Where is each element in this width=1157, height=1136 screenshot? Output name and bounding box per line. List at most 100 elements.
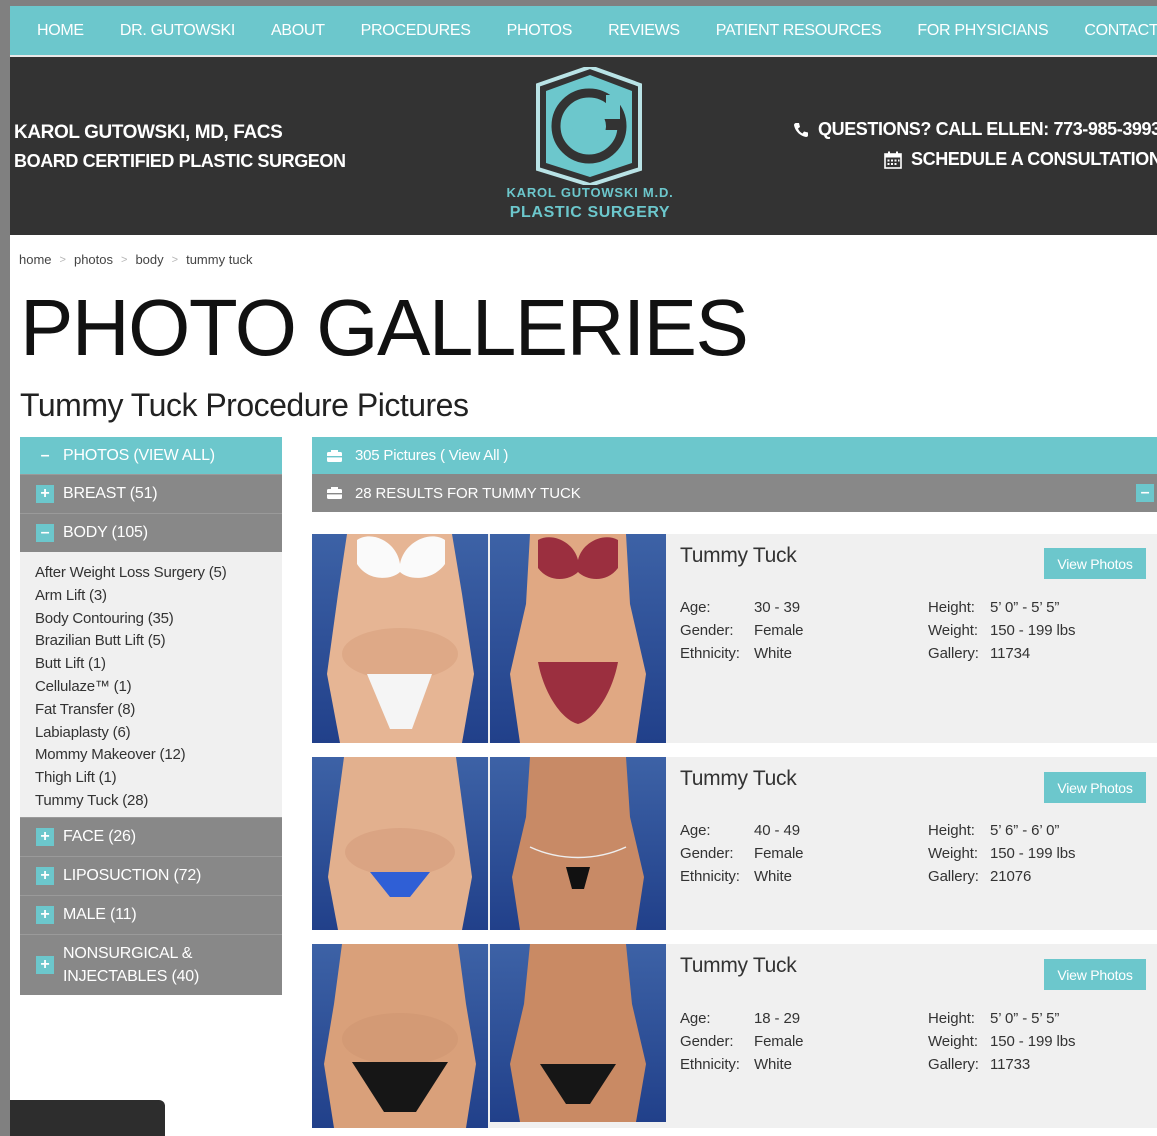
before-photo-image xyxy=(312,944,488,1128)
sidebar-subitem[interactable]: Butt Lift (1) xyxy=(20,653,282,676)
ethnicity-value: White xyxy=(754,645,792,662)
after-photo[interactable] xyxy=(490,757,666,930)
age-value: 40 - 49 xyxy=(754,822,800,839)
height-value: 5’ 6” - 6’ 0” xyxy=(990,822,1060,839)
sidebar-cat-male[interactable]: + MALE (11) xyxy=(20,894,282,934)
gallery-label: Gallery: xyxy=(928,868,979,885)
before-photo[interactable] xyxy=(312,944,488,1128)
before-photo[interactable] xyxy=(312,534,488,743)
camera-icon xyxy=(327,449,342,462)
sidebar-cat-label: FACE (26) xyxy=(63,827,136,845)
breadcrumb-body[interactable]: body xyxy=(135,252,163,267)
site-logo[interactable]: KAROL GUTOWSKI M.D. PLASTIC SURGERY xyxy=(500,64,680,227)
sidebar-subitem[interactable]: Tummy Tuck (28) xyxy=(20,790,282,813)
collapse-icon: – xyxy=(36,524,54,542)
top-nav: HOME DR. GUTOWSKI ABOUT PROCEDURES PHOTO… xyxy=(10,6,1157,57)
expand-icon: + xyxy=(36,866,54,885)
sidebar-cat-liposuction[interactable]: + LIPOSUCTION (72) xyxy=(20,855,282,895)
view-all-label: 305 Pictures ( View All ) xyxy=(355,447,509,464)
card-title[interactable]: Tummy Tuck xyxy=(680,954,797,978)
sidebar-subitem[interactable]: Mommy Makeover (12) xyxy=(20,744,282,767)
gallery-value: 11734 xyxy=(990,645,1031,662)
gallery-results: 305 Pictures ( View All ) 28 RESULTS FOR… xyxy=(312,437,1157,1128)
sidebar-subitem[interactable]: Fat Transfer (8) xyxy=(20,699,282,722)
chat-widget-tab[interactable] xyxy=(10,1100,165,1136)
sidebar-body-subitems: After Weight Loss Surgery (5) Arm Lift (… xyxy=(20,552,282,817)
before-photo[interactable] xyxy=(312,757,488,930)
before-photo-image xyxy=(312,757,488,930)
view-photos-button[interactable]: View Photos xyxy=(1044,548,1146,579)
card-stats-left: Age: 40 - 49 Gender: Female Ethnicity: Whit… xyxy=(680,819,804,888)
nav-for-physicians[interactable]: FOR PHYSICIANS xyxy=(917,22,1048,40)
age-value: 30 - 39 xyxy=(754,599,800,616)
card-stats-left: Age: 30 - 39 Gender: Female Ethnicity: Whit… xyxy=(680,596,804,665)
height-label: Height: xyxy=(928,1010,975,1027)
gallery-label: Gallery: xyxy=(928,645,979,662)
sidebar-subitem[interactable]: Arm Lift (3) xyxy=(20,585,282,608)
after-photo-image xyxy=(490,757,666,930)
age-label: Age: xyxy=(680,1010,711,1027)
nav-procedures[interactable]: PROCEDURES xyxy=(361,22,471,40)
card-title[interactable]: Tummy Tuck xyxy=(680,767,797,791)
sidebar-cat-label: BODY (105) xyxy=(63,524,148,541)
sidebar-subitem[interactable]: Cellulaze™ (1) xyxy=(20,676,282,699)
ethnicity-value: White xyxy=(754,1056,792,1073)
gallery-sidebar: – PHOTOS (VIEW ALL) + BREAST (51) – BODY… xyxy=(20,437,282,995)
sidebar-cat-label: NONSURGICAL & INJECTABLES (40) xyxy=(63,942,199,988)
view-photos-button[interactable]: View Photos xyxy=(1044,959,1146,990)
logo-name: KAROL GUTOWSKI M.D. xyxy=(506,185,674,200)
nav-dr-gutowski[interactable]: DR. GUTOWSKI xyxy=(120,22,236,40)
after-photo-image xyxy=(490,534,666,743)
gender-label: Gender: xyxy=(680,1033,734,1050)
nav-about[interactable]: ABOUT xyxy=(271,22,325,40)
after-photo[interactable] xyxy=(490,944,666,1122)
view-photos-button[interactable]: View Photos xyxy=(1044,772,1146,803)
weight-label: Weight: xyxy=(928,1033,978,1050)
sidebar-cat-body[interactable]: – BODY (105) xyxy=(20,513,282,552)
expand-icon: + xyxy=(36,485,54,503)
sidebar-subitem[interactable]: Labiaplasty (6) xyxy=(20,722,282,745)
doctor-name: KAROL GUTOWSKI, MD, FACS xyxy=(14,122,283,143)
age-value: 18 - 29 xyxy=(754,1010,800,1027)
sidebar-subitem[interactable]: Body Contouring (35) xyxy=(20,608,282,631)
age-label: Age: xyxy=(680,822,711,839)
height-value: 5’ 0” - 5’ 5” xyxy=(990,1010,1060,1027)
page: HOME DR. GUTOWSKI ABOUT PROCEDURES PHOTO… xyxy=(10,6,1157,1136)
collapse-results-button[interactable]: – xyxy=(1136,484,1154,502)
after-photo[interactable] xyxy=(490,534,666,743)
page-subtitle: Tummy Tuck Procedure Pictures xyxy=(20,387,469,423)
weight-label: Weight: xyxy=(928,845,978,862)
card-stats-right: Height: 5’ 6” - 6’ 0” Weight: 150 - 199 lb… xyxy=(928,819,1076,888)
nav-photos[interactable]: PHOTOS xyxy=(507,22,573,40)
height-label: Height: xyxy=(928,822,975,839)
weight-value: 150 - 199 lbs xyxy=(990,1033,1076,1050)
call-link[interactable]: QUESTIONS? CALL ELLEN: 773-985-3993 xyxy=(793,119,1157,140)
breadcrumb-separator: > xyxy=(171,253,179,266)
gender-label: Gender: xyxy=(680,845,734,862)
age-label: Age: xyxy=(680,599,711,616)
sidebar-subitem[interactable]: Brazilian Butt Lift (5) xyxy=(20,630,282,653)
schedule-link[interactable]: SCHEDULE A CONSULTATION xyxy=(884,149,1157,170)
breadcrumb-home[interactable]: home xyxy=(19,252,52,267)
sidebar-view-all[interactable]: – PHOTOS (VIEW ALL) xyxy=(20,437,282,474)
sidebar-cat-nonsurgical[interactable]: + NONSURGICAL & INJECTABLES (40) xyxy=(20,933,282,995)
gallery-value: 21076 xyxy=(990,868,1032,885)
ethnicity-label: Ethnicity: xyxy=(680,868,740,885)
results-count: 28 RESULTS FOR TUMMY TUCK xyxy=(355,484,581,502)
nav-contact[interactable]: CONTACT xyxy=(1084,22,1157,40)
sidebar-subitem[interactable]: Thigh Lift (1) xyxy=(20,767,282,790)
card-title[interactable]: Tummy Tuck xyxy=(680,544,797,568)
nav-home[interactable]: HOME xyxy=(37,22,84,40)
results-bar: 28 RESULTS FOR TUMMY TUCK – xyxy=(312,474,1157,512)
sidebar-cat-breast[interactable]: + BREAST (51) xyxy=(20,474,282,513)
view-all-bar[interactable]: 305 Pictures ( View All ) xyxy=(312,437,1157,474)
gender-value: Female xyxy=(754,845,804,862)
calendar-icon xyxy=(884,151,902,169)
card-stats-right: Height: 5’ 0” - 5’ 5” Weight: 150 - 199 lb… xyxy=(928,596,1076,665)
nav-reviews[interactable]: REVIEWS xyxy=(608,22,680,40)
expand-icon: + xyxy=(36,905,54,924)
sidebar-cat-face[interactable]: + FACE (26) xyxy=(20,816,282,856)
sidebar-subitem[interactable]: After Weight Loss Surgery (5) xyxy=(20,562,282,585)
nav-patient-resources[interactable]: PATIENT RESOURCES xyxy=(716,22,882,40)
breadcrumb-photos[interactable]: photos xyxy=(74,252,113,267)
